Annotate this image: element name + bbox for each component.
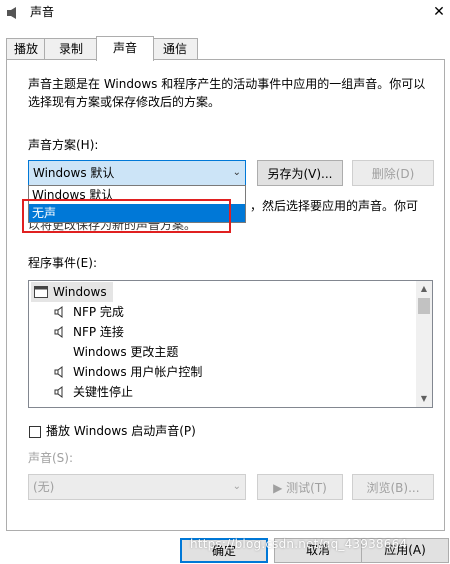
- speaker-icon: [54, 326, 63, 338]
- list-item[interactable]: 关键性停止: [53, 382, 133, 402]
- list-item[interactable]: NFP 连接: [53, 322, 124, 342]
- tab-sounds[interactable]: 声音: [96, 36, 154, 61]
- event-label: NFP 连接: [73, 325, 124, 339]
- events-label: 程序事件(E):: [28, 256, 97, 270]
- tab-recording[interactable]: 录制: [44, 38, 98, 59]
- event-label: Windows 用户帐户控制: [73, 365, 203, 379]
- window-title: 声音: [30, 5, 55, 19]
- highlight-annotation: [22, 199, 231, 233]
- tab-strip: 播放 录制 声音 通信: [0, 36, 450, 61]
- event-label: Windows 更改主题: [73, 345, 179, 359]
- tab-playback[interactable]: 播放: [6, 38, 46, 59]
- scheme-label: 声音方案(H):: [28, 138, 99, 152]
- events-scrollbar[interactable]: ▲ ▼: [416, 281, 432, 407]
- list-item[interactable]: Windows 更改主题: [53, 342, 178, 362]
- browse-button[interactable]: 浏览(B)...: [352, 474, 434, 500]
- scheme-select[interactable]: Windows 默认 ⌄: [28, 160, 246, 186]
- speaker-icon: [54, 306, 63, 318]
- delete-button[interactable]: 删除(D): [352, 160, 434, 186]
- chevron-down-icon: ⌄: [232, 481, 241, 492]
- close-button[interactable]: ✕: [430, 3, 448, 21]
- list-item[interactable]: Windows: [31, 282, 113, 302]
- event-label: 关键性停止: [73, 385, 134, 399]
- hint-line-1: ，然后选择要应用的声音。你可: [250, 199, 419, 213]
- scroll-up-icon[interactable]: ▲: [416, 281, 432, 297]
- speaker-icon: [54, 366, 63, 378]
- play-icon: ▶: [273, 481, 283, 495]
- sound-select[interactable]: (无) ⌄: [28, 474, 246, 500]
- title-bar: 声音 ✕: [0, 0, 450, 30]
- startup-sound-label: 播放 Windows 启动声音(P): [46, 424, 196, 438]
- tab-communications[interactable]: 通信: [152, 38, 198, 59]
- test-button[interactable]: ▶ 测试(T): [257, 474, 343, 500]
- event-label: Windows: [53, 285, 107, 299]
- watermark: https://blog.csdn.net/qq_43938664: [190, 537, 408, 551]
- test-button-label: 测试(T): [286, 481, 327, 495]
- chevron-down-icon: ⌄: [232, 167, 241, 178]
- save-as-button[interactable]: 另存为(V)...: [257, 160, 343, 186]
- speaker-icon: [54, 386, 63, 398]
- list-item[interactable]: Windows 用户帐户控制: [53, 362, 202, 382]
- scheme-select-value: Windows 默认: [33, 166, 115, 180]
- sound-select-value: (无): [33, 480, 55, 494]
- event-label: NFP 完成: [73, 305, 124, 319]
- startup-sound-checkbox[interactable]: [29, 426, 41, 438]
- sound-label: 声音(S):: [28, 451, 74, 465]
- list-item[interactable]: NFP 完成: [53, 302, 124, 322]
- program-events-list[interactable]: Windows NFP 完成 NFP 连接 Windows 更改主题 Windo…: [28, 280, 433, 408]
- scroll-down-icon[interactable]: ▼: [416, 391, 432, 407]
- speaker-icon: [7, 7, 16, 19]
- windows-app-icon: [34, 286, 48, 298]
- description-line-2: 选择现有方案或保存修改后的方案。: [28, 95, 221, 109]
- description-line-1: 声音主题是在 Windows 和程序产生的活动事件中应用的一组声音。你可以: [28, 77, 426, 91]
- scroll-thumb[interactable]: [418, 298, 430, 314]
